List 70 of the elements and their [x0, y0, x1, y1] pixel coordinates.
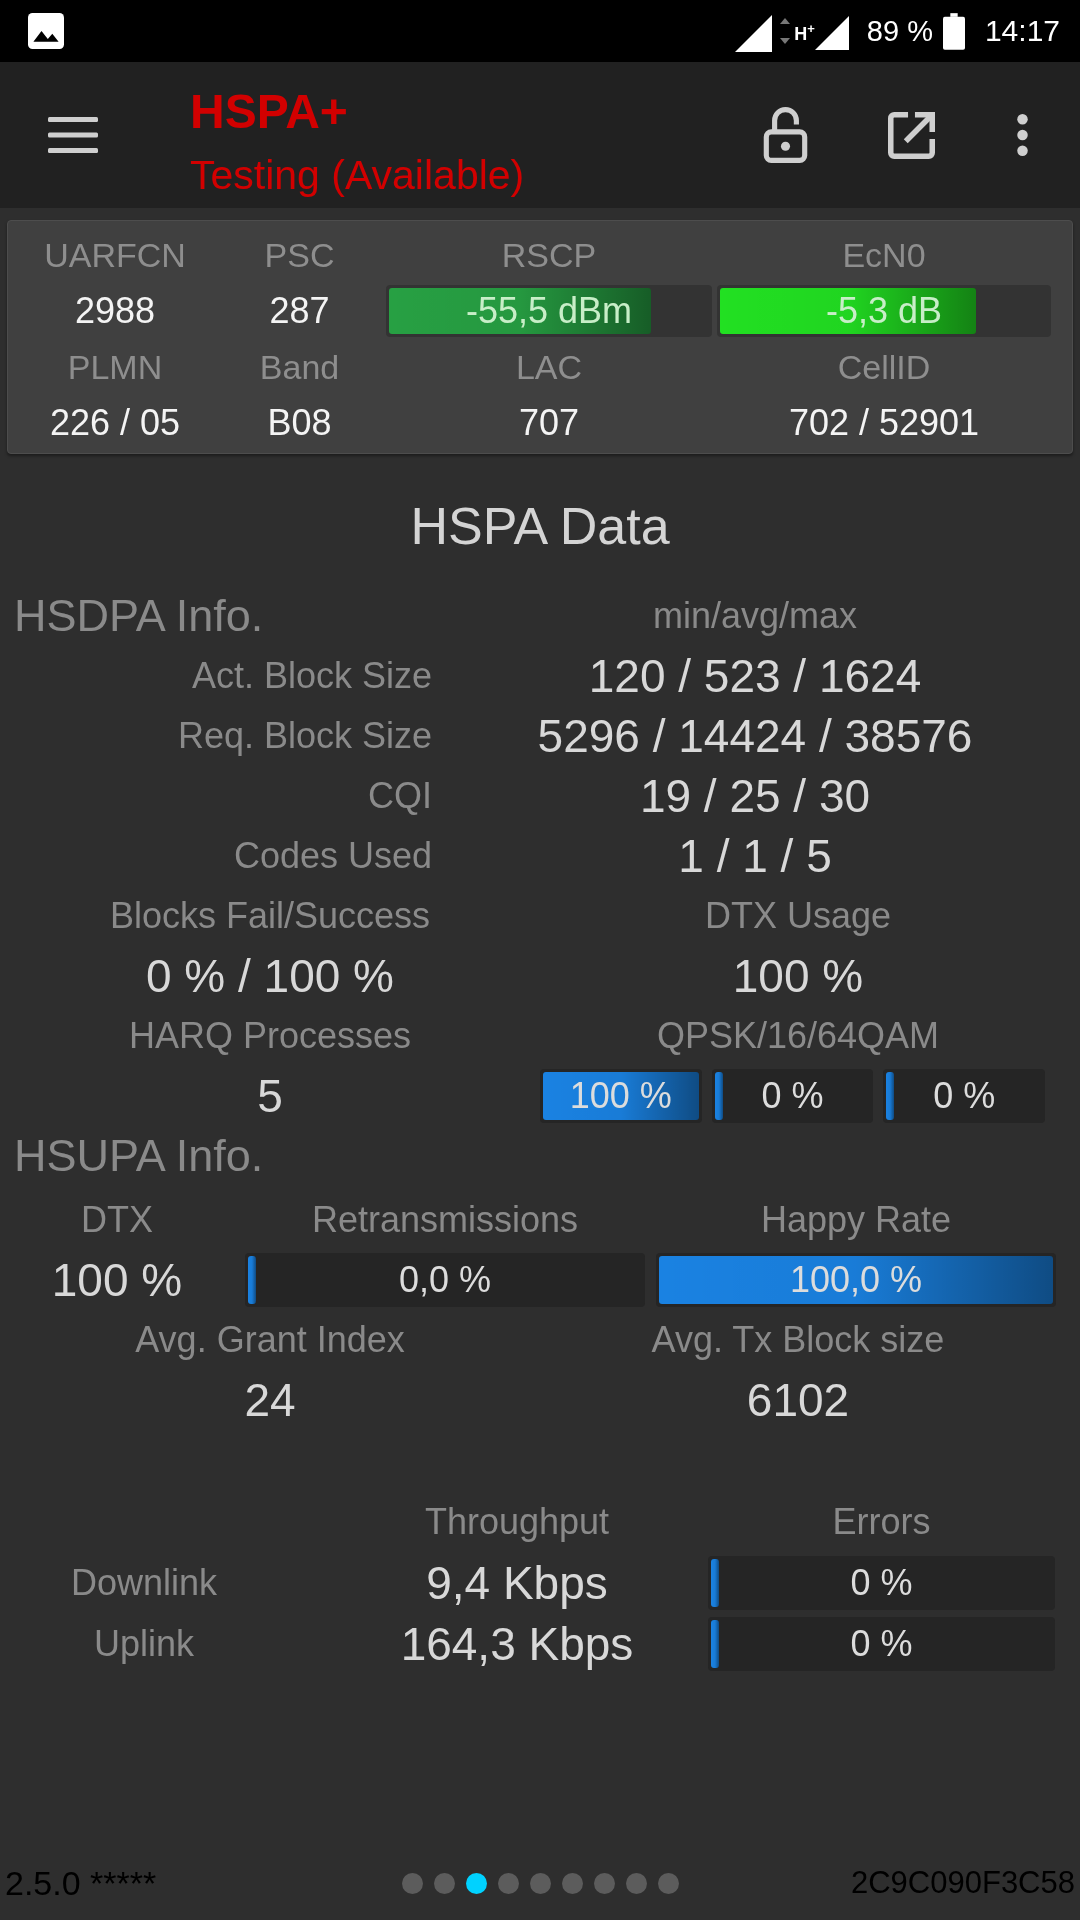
stat-label: EcN0 — [842, 235, 926, 275]
meter-reading: 0,0 % — [398, 1259, 492, 1301]
stat-value: 1 / 1 / 5 — [678, 829, 832, 883]
meter-reading: -5,3 dB — [825, 290, 943, 332]
data-activity-icon — [780, 18, 791, 44]
stat-label: DTX Usage — [704, 895, 892, 937]
stat-label: Blocks Fail/Success — [109, 895, 431, 937]
battery-level: 89 % — [866, 14, 933, 48]
external-link-icon[interactable] — [888, 111, 935, 159]
signal-icon — [814, 16, 849, 50]
stat-label: Band — [259, 347, 340, 387]
throughput-value: 9,4 Kbps — [426, 1555, 608, 1610]
stat-label: CellID — [837, 347, 931, 387]
meter-reading: 100,0 % — [789, 1259, 923, 1301]
stat-value: 6102 — [746, 1373, 850, 1427]
stat-label: UARFCN — [44, 235, 186, 275]
stat-label: HARQ Processes — [128, 1015, 412, 1057]
stat-value: 287 — [269, 290, 330, 332]
meter-reading: 100 % — [569, 1075, 672, 1117]
stat-value: 120 / 523 / 1624 — [588, 649, 922, 703]
meter-reading: 0 % — [850, 1622, 913, 1665]
stat-label: Retransmissions — [311, 1199, 579, 1241]
stat-value: 5 — [257, 1069, 283, 1123]
stat-value: 0 % / 100 % — [145, 949, 394, 1003]
stat-label: Avg. Tx Block size — [651, 1319, 945, 1361]
row-label: Downlink — [70, 1561, 218, 1604]
app-title: HSPA+ — [190, 84, 348, 140]
meter-reading: -55,5 dBm — [465, 290, 633, 332]
meter-reading: 0 % — [761, 1075, 824, 1117]
stat-label: PSC — [264, 235, 335, 275]
section-heading: HSDPA Info. — [14, 590, 264, 642]
stat-label: Req. Block Size — [177, 715, 432, 757]
app-subtitle: Testing (Available) — [190, 151, 525, 200]
stat-label: QPSK/16/64QAM — [656, 1015, 940, 1057]
stat-value: 707 — [518, 402, 580, 444]
stat-value: 5296 / 14424 / 38576 — [537, 709, 973, 763]
more-options-icon[interactable] — [1015, 114, 1030, 156]
meter-reading: 0 % — [850, 1561, 913, 1604]
stat-label: CQI — [368, 775, 432, 817]
padlock-icon[interactable] — [763, 107, 808, 163]
section-heading: HSUPA Info. — [14, 1130, 264, 1182]
stat-label: Act. Block Size — [191, 655, 432, 697]
row-label: Uplink — [93, 1622, 194, 1665]
stat-label: Happy Rate — [760, 1199, 952, 1241]
clock-time: 14:17 — [984, 14, 1060, 48]
stat-value: 24 — [244, 1373, 296, 1427]
stat-value: 702 / 52901 — [788, 402, 980, 444]
section-title: HSPA Data — [410, 496, 670, 556]
stat-value: 226 / 05 — [49, 402, 181, 444]
stat-value: B08 — [267, 402, 332, 444]
image-icon — [28, 13, 64, 49]
stat-label: DTX — [81, 1199, 153, 1241]
network-type: H$^{+}$ — [794, 20, 815, 45]
menu-icon[interactable] — [48, 117, 98, 153]
stat-label: Codes Used — [233, 835, 432, 877]
meter-reading: 0 % — [933, 1075, 996, 1117]
stat-value: 100 % — [732, 949, 864, 1003]
stat-value: 2988 — [74, 290, 156, 332]
battery-icon — [942, 12, 965, 50]
column-header: Errors — [832, 1500, 931, 1543]
column-header: Throughput — [424, 1500, 610, 1543]
stat-label: RSCP — [501, 235, 597, 275]
stat-label: Avg. Grant Index — [135, 1319, 405, 1361]
signal-icon — [735, 14, 773, 52]
stat-label: PLMN — [67, 347, 163, 387]
column-header: min/avg/max — [652, 595, 858, 637]
stat-label: LAC — [515, 347, 583, 387]
stat-value: 19 / 25 / 30 — [639, 769, 871, 823]
stat-value: 100 % — [51, 1253, 183, 1307]
throughput-value: 164,3 Kbps — [400, 1616, 634, 1671]
